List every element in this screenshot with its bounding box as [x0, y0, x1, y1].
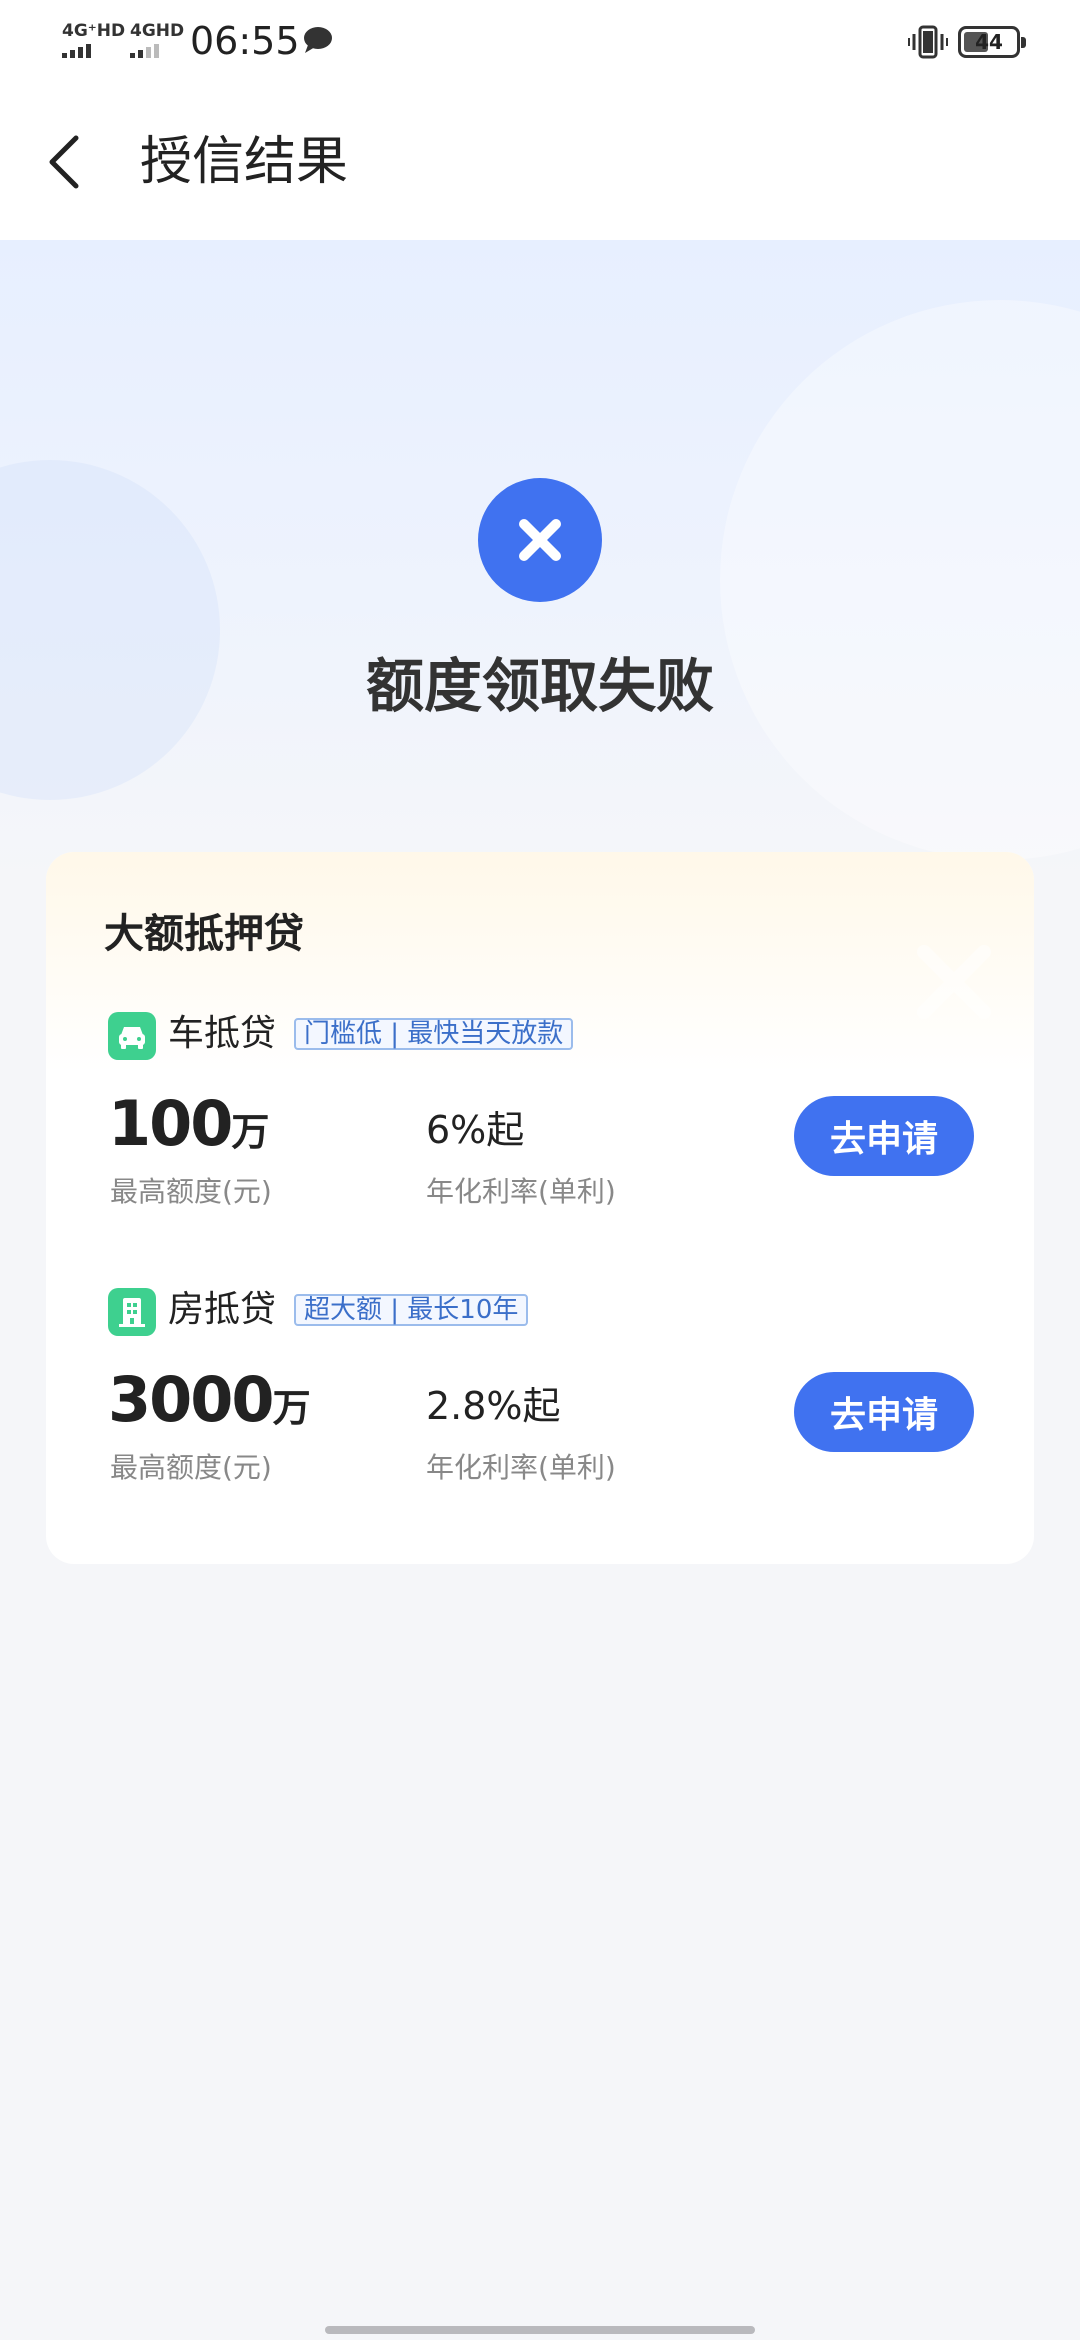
battery-icon: 44 [958, 26, 1026, 58]
annual-rate: 2.8%起 [426, 1384, 561, 1428]
message-bubble-icon [304, 27, 332, 53]
loan-item-house: 房抵贷 超大额 | 最长10年 3000万 最高额度(元) 2.8%起 年化利率… [46, 1128, 1034, 1484]
network-label-2: 4GHD [130, 21, 185, 41]
signal-bars-icon [62, 44, 91, 58]
mortgage-loan-card: 大额抵押贷 车抵贷 门槛低 | 最快当天放款 100万 最高额度(元) 6%起 [46, 852, 1034, 1564]
amount-value: 3000 [108, 1363, 275, 1436]
status-bar: 4G⁺HD 4GHD 06:55 44 [0, 0, 1080, 84]
close-icon [519, 519, 561, 561]
nav-header: 授信结果 [0, 84, 1080, 240]
battery-level: 44 [975, 30, 1003, 54]
car-icon [108, 1012, 156, 1060]
network-indicator-1: 4G⁺HD [62, 22, 125, 58]
loan-max-amount: 3000万 [108, 1364, 311, 1452]
network-indicator-2: 4GHD [130, 22, 184, 58]
home-indicator[interactable] [325, 2326, 755, 2334]
fail-status-icon [478, 478, 602, 602]
loan-name: 车抵贷 [168, 1013, 277, 1054]
result-hero: 额度领取失败 [0, 240, 1080, 880]
network-label-1: 4G⁺HD [62, 21, 126, 41]
loan-tag: 门槛低 | 最快当天放款 [294, 1018, 574, 1050]
signal-bars-icon [130, 44, 159, 58]
hero-decoration [0, 460, 220, 800]
amount-label: 最高额度(元) [110, 1451, 272, 1484]
building-icon [108, 1288, 156, 1336]
loan-tag: 超大额 | 最长10年 [294, 1294, 529, 1326]
back-arrow-icon[interactable] [36, 130, 100, 194]
apply-button-house[interactable]: 去申请 [794, 1372, 974, 1452]
vibrate-icon [908, 25, 948, 59]
status-time: 06:55 [190, 19, 300, 63]
loan-name: 房抵贷 [168, 1289, 277, 1330]
credit-result-page: 4G⁺HD 4GHD 06:55 44 授信结果 额度领取失败 大额抵押贷 车抵… [0, 0, 1080, 2340]
hero-decoration [720, 300, 1080, 860]
rate-label: 年化利率(单利) [426, 1451, 616, 1484]
result-title: 额度领取失败 [365, 652, 714, 720]
page-title: 授信结果 [140, 132, 349, 192]
loan-item-car: 车抵贷 门槛低 | 最快当天放款 100万 最高额度(元) 6%起 年化利率(单… [46, 852, 1034, 1208]
amount-unit: 万 [272, 1386, 311, 1430]
